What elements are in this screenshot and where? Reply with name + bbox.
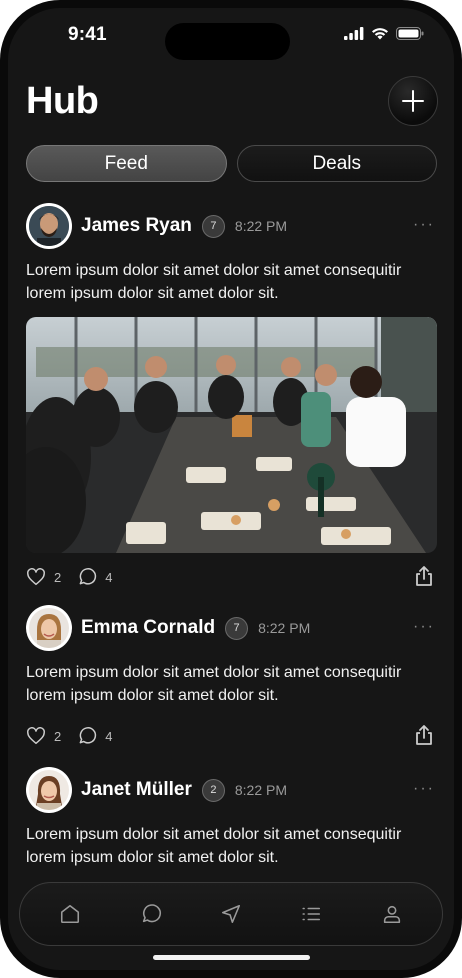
- share-button[interactable]: [415, 565, 433, 592]
- battery-icon: [396, 27, 424, 40]
- status-bar: 9:41: [8, 8, 454, 64]
- more-options-icon[interactable]: ···: [413, 618, 435, 636]
- like-count: 2: [54, 728, 62, 744]
- navigation-icon: [221, 904, 240, 924]
- post-header: James Ryan 7 8:22 PM ···: [26, 203, 437, 249]
- plus-icon: [402, 90, 424, 112]
- comment-count: 4: [105, 728, 113, 744]
- level-badge: 7: [225, 616, 249, 640]
- post-card: Janet Müller 2 8:22 PM ··· Lorem ipsum d…: [26, 767, 437, 869]
- nav-profile[interactable]: [372, 894, 412, 934]
- post-author[interactable]: James Ryan: [81, 215, 192, 237]
- status-icons: [344, 27, 424, 40]
- more-options-icon[interactable]: ···: [413, 780, 435, 798]
- comment-icon: [79, 568, 97, 585]
- page-title: Hub: [26, 80, 99, 122]
- post-author[interactable]: Janet Müller: [81, 779, 192, 801]
- post-text: Lorem ipsum dolor sit amet dolor sit ame…: [26, 262, 402, 302]
- home-icon: [61, 904, 80, 924]
- avatar[interactable]: [26, 605, 72, 651]
- heart-icon: [27, 568, 45, 586]
- nav-home[interactable]: [50, 894, 90, 934]
- post-time: 8:22 PM: [234, 782, 288, 798]
- comment-button[interactable]: 4: [77, 567, 112, 587]
- like-count: 2: [54, 569, 62, 585]
- post-author[interactable]: Emma Cornald: [81, 617, 215, 639]
- post-header: Janet Müller 2 8:22 PM ···: [26, 767, 437, 813]
- tab-deals[interactable]: Deals: [236, 145, 437, 182]
- more-options-icon[interactable]: ···: [413, 216, 435, 234]
- post-actions: 2 4: [26, 565, 437, 589]
- post-text: Lorem ipsum dolor sit amet dolor sit ame…: [26, 664, 402, 704]
- like-button[interactable]: 2: [26, 568, 61, 586]
- bottom-nav: [19, 882, 443, 946]
- post-actions: 2 4: [26, 724, 437, 748]
- level-badge: 7: [201, 214, 225, 238]
- post-time: 8:22 PM: [234, 218, 288, 234]
- phone-frame: 9:41 Hub Feed Deals James Ryan 7 8:22 PM…: [0, 0, 462, 978]
- avatar[interactable]: [26, 203, 72, 249]
- chat-icon: [142, 904, 161, 923]
- list-icon: [302, 907, 321, 921]
- heart-icon: [27, 727, 45, 745]
- post-time: 8:22 PM: [258, 620, 311, 636]
- wifi-icon: [372, 28, 388, 40]
- nav-chat[interactable]: [131, 894, 171, 934]
- signal-icon: [344, 27, 364, 40]
- dynamic-island: [165, 23, 290, 60]
- nav-navigation[interactable]: [211, 894, 251, 934]
- home-indicator[interactable]: [153, 955, 310, 960]
- post-text: Lorem ipsum dolor sit amet dolor sit ame…: [26, 826, 402, 866]
- like-button[interactable]: 2: [26, 727, 61, 745]
- nav-list[interactable]: [291, 894, 331, 934]
- post-card: Emma Cornald 7 8:22 PM ··· Lorem ipsum d…: [26, 605, 437, 748]
- tab-feed[interactable]: Feed: [26, 145, 227, 182]
- app-screen: 9:41 Hub Feed Deals James Ryan 7 8:22 PM…: [8, 8, 454, 970]
- comment-count: 4: [105, 569, 113, 585]
- level-badge: 2: [201, 778, 225, 802]
- comment-button[interactable]: 4: [77, 726, 112, 746]
- add-post-button[interactable]: [388, 76, 438, 126]
- share-button[interactable]: [415, 724, 433, 751]
- tab-bar: Feed Deals: [26, 145, 437, 182]
- share-icon: [416, 566, 432, 586]
- avatar[interactable]: [26, 767, 72, 813]
- post-card: James Ryan 7 8:22 PM ··· Lorem ipsum dol…: [26, 203, 437, 589]
- share-icon: [416, 725, 432, 745]
- profile-icon: [383, 905, 400, 924]
- post-photo[interactable]: [26, 317, 437, 553]
- comment-icon: [79, 727, 97, 744]
- post-header: Emma Cornald 7 8:22 PM ···: [26, 605, 437, 651]
- status-time: 9:41: [68, 24, 107, 45]
